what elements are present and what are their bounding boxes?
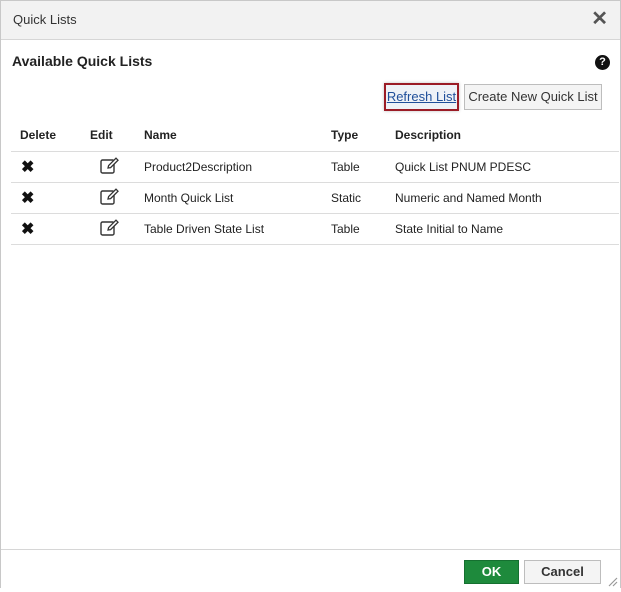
header-delete: Delete — [20, 128, 57, 142]
ok-button[interactable]: OK — [464, 560, 519, 584]
row-type: Static — [331, 182, 387, 214]
table-header-row: Delete Edit Name Type Description — [11, 119, 619, 152]
table-row: ✖ Product2Description Table Quick List P… — [11, 151, 619, 183]
row-description: Numeric and Named Month — [387, 182, 619, 214]
edit-icon[interactable] — [90, 218, 120, 237]
delete-icon[interactable]: ✖ — [11, 188, 34, 208]
edit-icon[interactable] — [90, 156, 120, 175]
table-row: ✖ Table Driven State List Table State In… — [11, 213, 619, 245]
section-title: Available Quick Lists — [12, 53, 153, 69]
quick-lists-dialog: Quick Lists ✕ Available Quick Lists ? Re… — [0, 0, 621, 588]
header-type: Type — [331, 128, 359, 142]
header-description: Description — [395, 128, 462, 142]
create-new-quick-list-button[interactable]: Create New Quick List — [464, 84, 602, 110]
row-type: Table — [331, 151, 387, 183]
row-description: Quick List PNUM PDESC — [387, 151, 619, 183]
refresh-list-button[interactable]: Refresh List — [384, 83, 459, 111]
row-name: Product2Description — [144, 151, 331, 183]
row-description: State Initial to Name — [387, 213, 619, 245]
help-icon[interactable]: ? — [595, 55, 610, 70]
delete-icon[interactable]: ✖ — [11, 219, 34, 239]
cancel-button[interactable]: Cancel — [524, 560, 601, 584]
row-name: Month Quick List — [144, 182, 331, 214]
header-edit: Edit — [90, 128, 113, 142]
dialog-titlebar[interactable]: Quick Lists ✕ — [1, 1, 620, 40]
quick-lists-table: Delete Edit Name Type Description ✖ Prod… — [11, 119, 619, 245]
resize-grip-icon[interactable] — [606, 574, 618, 587]
close-icon[interactable]: ✕ — [591, 9, 608, 29]
dialog-title: Quick Lists — [13, 12, 77, 27]
row-type: Table — [331, 213, 387, 245]
edit-icon[interactable] — [90, 187, 120, 206]
delete-icon[interactable]: ✖ — [11, 157, 34, 177]
header-name: Name — [144, 128, 177, 142]
dialog-footer: OK Cancel — [1, 549, 620, 588]
row-name: Table Driven State List — [144, 213, 331, 245]
table-row: ✖ Month Quick List Static Numeric and Na… — [11, 182, 619, 214]
